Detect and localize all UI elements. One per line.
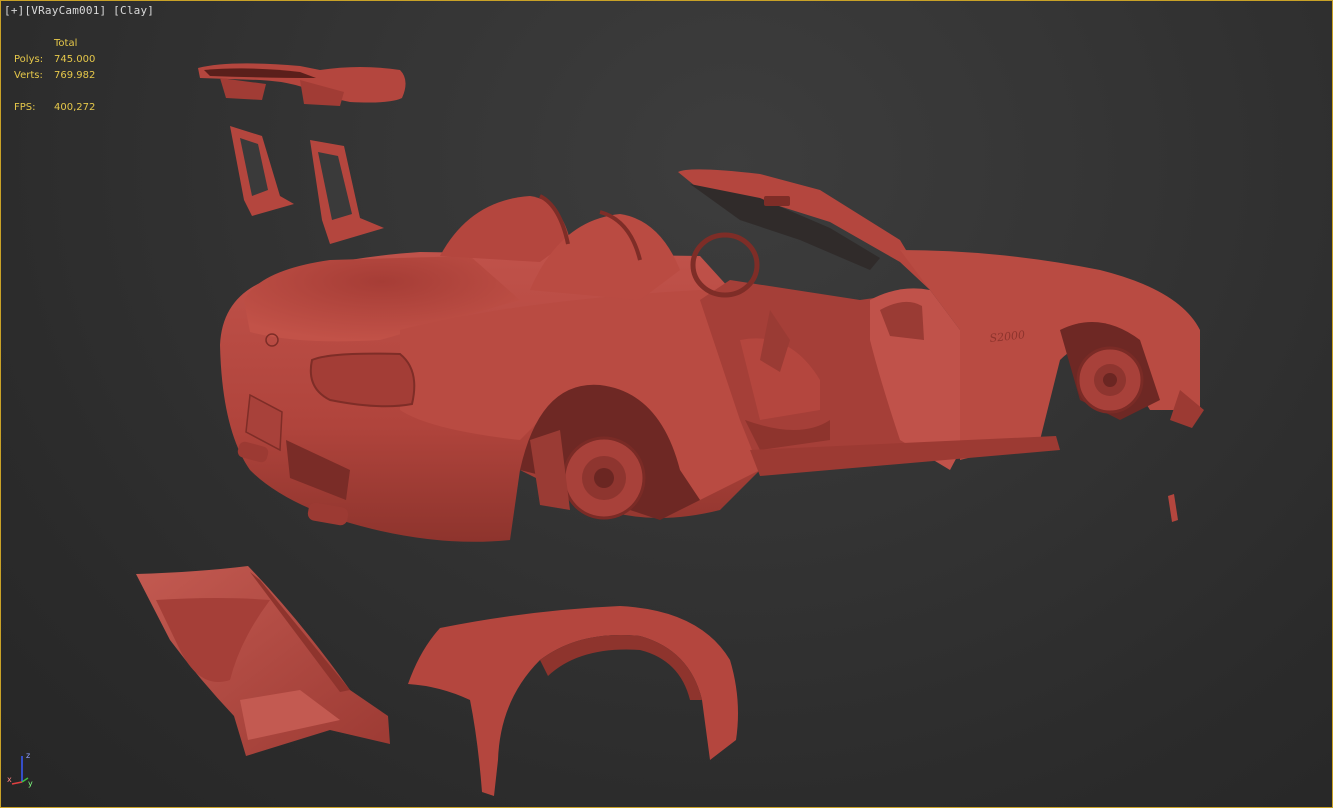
small-part[interactable] xyxy=(1168,494,1178,522)
detached-fender-flare[interactable] xyxy=(408,606,738,796)
detached-diffuser-panel[interactable] xyxy=(136,566,390,756)
gizmo-x-label: x xyxy=(7,775,12,784)
spoiler-stand-left[interactable] xyxy=(230,126,294,216)
gizmo-y-label: y xyxy=(28,779,33,788)
spoiler-wing[interactable] xyxy=(198,63,406,106)
3d-scene[interactable]: S2000 xyxy=(0,0,1333,808)
gizmo-z-label: z xyxy=(26,751,30,760)
windshield-frame[interactable] xyxy=(678,169,930,290)
car-body[interactable] xyxy=(220,252,760,542)
spoiler-stand-right[interactable] xyxy=(310,140,384,244)
axis-gizmo: z x y xyxy=(7,751,33,788)
